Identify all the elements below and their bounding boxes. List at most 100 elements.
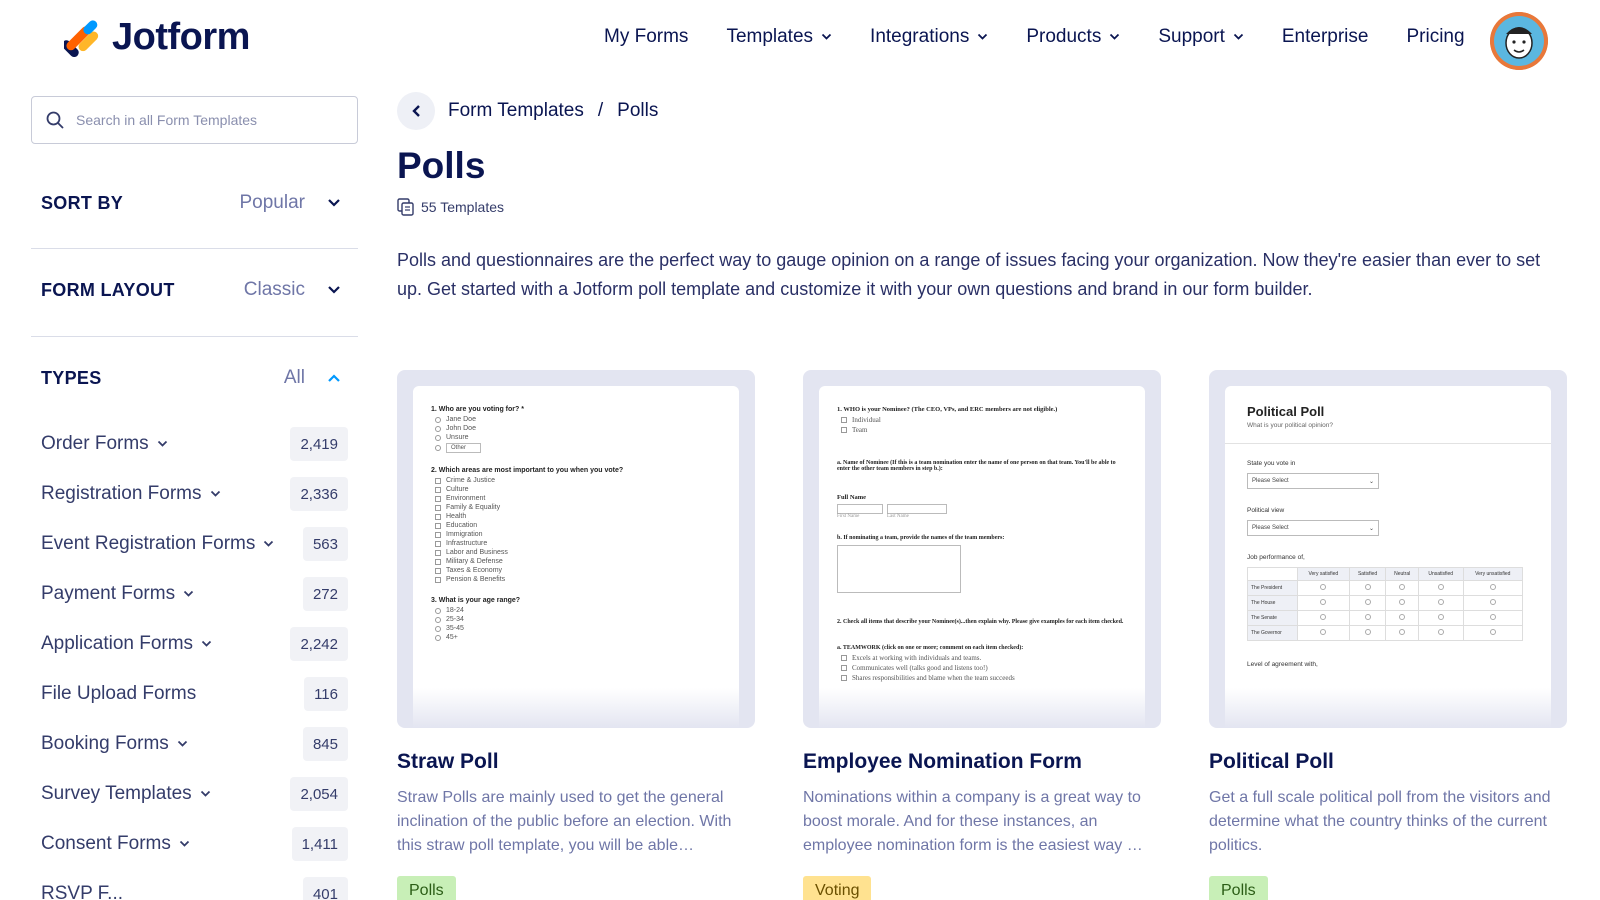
chevron-down-icon — [179, 840, 190, 847]
type-item-text: Order Forms — [41, 433, 149, 454]
template-count-text: 55 Templates — [421, 199, 505, 215]
nav-integrations[interactable]: Integrations — [870, 26, 988, 48]
type-item-label: Order Forms — [41, 433, 168, 455]
nav-my-forms[interactable]: My Forms — [604, 26, 688, 48]
type-item[interactable]: Registration Forms 2,336 — [41, 477, 348, 511]
type-item-count: 401 — [302, 877, 348, 900]
type-item-text: File Upload Forms — [41, 683, 197, 704]
type-item-count: 845 — [302, 727, 348, 761]
type-item-text: Consent Forms — [41, 833, 171, 854]
card-tag[interactable]: Voting — [803, 876, 872, 900]
divider — [31, 336, 358, 337]
chevron-down-icon — [821, 33, 832, 40]
jotform-logo[interactable]: Jotform — [61, 16, 250, 59]
template-card-straw-poll[interactable]: 1. Who are you voting for? * Jane Doe Joh… — [397, 370, 755, 900]
nav-pricing[interactable]: Pricing — [1406, 26, 1464, 48]
type-item-count: 2,054 — [290, 777, 348, 811]
type-item-text: Survey Templates — [41, 783, 192, 804]
chevron-down-icon — [264, 540, 274, 547]
type-item[interactable]: Event Registration Forms 563 — [41, 527, 348, 561]
card-tag[interactable]: Polls — [397, 876, 456, 900]
type-item[interactable]: File Upload Forms 116 — [41, 677, 348, 711]
nav-products[interactable]: Products — [1026, 26, 1120, 48]
card-description: Straw Polls are mainly used to get the g… — [397, 789, 732, 854]
preview-option: Taxes & Economy — [435, 567, 721, 574]
nav-templates[interactable]: Templates — [726, 26, 832, 48]
preview-subheading: What is your political opinion? — [1247, 422, 1333, 429]
nav-label: Enterprise — [1281, 26, 1369, 47]
type-item[interactable]: RSVP F... 401 — [41, 877, 348, 900]
preview-select: Please Select ⌄ — [1247, 520, 1379, 536]
form-preview: Political Poll What is your political op… — [1225, 386, 1551, 728]
type-item-label: Consent Forms — [41, 833, 190, 855]
preview-sublabel: First Name — [837, 514, 860, 519]
sort-by-title: SORT BY — [41, 192, 124, 213]
type-item-count: 116 — [304, 677, 348, 711]
breadcrumb-parent-link[interactable]: Form Templates — [448, 100, 584, 122]
type-item-count: 272 — [302, 577, 348, 611]
preview-option: Environment — [435, 495, 721, 502]
preview-option: 35-45 — [435, 625, 721, 632]
search-icon — [46, 111, 64, 129]
type-item[interactable]: Booking Forms 845 — [41, 727, 348, 761]
form-preview: 1. WHO is your Nominee? (The CEO, VPs, a… — [819, 386, 1145, 728]
nav-support[interactable]: Support — [1158, 26, 1244, 48]
template-card-employee-nomination[interactable]: 1. WHO is your Nominee? (The CEO, VPs, a… — [803, 370, 1161, 900]
preview-option: Crime & Justice — [435, 477, 721, 484]
preview-option: Culture — [435, 486, 721, 493]
type-item-count: 2,242 — [290, 627, 348, 661]
template-preview[interactable]: 1. WHO is your Nominee? (The CEO, VPs, a… — [803, 370, 1161, 728]
chevron-down-icon — [328, 199, 340, 207]
types-filter[interactable]: TYPES All — [41, 367, 341, 389]
type-item-count: 1,411 — [291, 827, 348, 861]
top-navigation: My Forms Templates Integrations Products Sup… — [604, 26, 1503, 48]
back-button[interactable] — [397, 92, 435, 130]
preview-option: Communicates well (talks good and listen… — [841, 664, 1127, 672]
preview-option: Education — [435, 522, 721, 529]
chevron-left-icon — [412, 105, 420, 117]
card-title[interactable]: Straw Poll — [397, 750, 755, 774]
card-title[interactable]: Employee Nomination Form — [803, 750, 1161, 774]
type-item[interactable]: Consent Forms 1,411 — [41, 827, 348, 861]
type-item[interactable]: Application Forms 2,242 — [41, 627, 348, 661]
user-avatar[interactable] — [1490, 12, 1548, 70]
preview-field-label: State you vote in — [1247, 460, 1296, 467]
page-title: Polls — [397, 145, 486, 186]
preview-option: Shares responsibilities and blame when t… — [841, 674, 1127, 682]
preview-option: Pension & Benefits — [435, 576, 721, 583]
copy-icon — [397, 198, 414, 216]
chevron-down-icon — [1233, 33, 1244, 40]
chevron-down-icon — [210, 490, 220, 497]
type-item-text: Payment Forms — [41, 583, 176, 604]
type-item[interactable]: Payment Forms 272 — [41, 577, 348, 611]
form-layout-filter[interactable]: FORM LAYOUT Classic — [41, 279, 341, 301]
type-item[interactable]: Survey Templates 2,054 — [41, 777, 348, 811]
type-item-label: Event Registration Forms — [41, 533, 274, 555]
preview-question: a. TEAMWORK (click on one or more; comme… — [837, 645, 1024, 651]
preview-option: John Doe — [435, 425, 721, 432]
search-input[interactable] — [76, 112, 336, 128]
preview-other-input: Other — [446, 443, 482, 453]
preview-option: Infrastructure — [435, 540, 721, 547]
template-card-political-poll[interactable]: Political Poll What is your political op… — [1209, 370, 1567, 900]
type-item-label: Booking Forms — [41, 733, 188, 755]
type-item[interactable]: Order Forms 2,419 — [41, 427, 348, 461]
preview-option: Immigration — [435, 531, 721, 538]
preview-textarea — [837, 545, 961, 593]
logo-text: Jotform — [112, 16, 250, 58]
nav-enterprise[interactable]: Enterprise — [1282, 26, 1369, 48]
template-search-box[interactable] — [31, 96, 358, 144]
chevron-down-icon — [328, 286, 340, 294]
sort-by-filter[interactable]: SORT BY Popular — [41, 192, 341, 214]
form-layout-title: FORM LAYOUT — [41, 279, 175, 300]
template-preview[interactable]: Political Poll What is your political op… — [1209, 370, 1567, 728]
intro-paragraph: Polls and questionnaires are the perfect… — [397, 250, 1541, 299]
card-title[interactable]: Political Poll — [1209, 750, 1567, 774]
breadcrumb: Form Templates / Polls — [448, 100, 658, 122]
form-preview: 1. Who are you voting for? * Jane Doe Joh… — [413, 386, 739, 728]
card-tag[interactable]: Polls — [1209, 876, 1268, 900]
preview-option: Military & Defense — [435, 558, 721, 565]
preview-question: 1. WHO is your Nominee? (The CEO, VPs, a… — [837, 406, 1058, 413]
template-preview[interactable]: 1. Who are you voting for? * Jane Doe Joh… — [397, 370, 755, 728]
preview-question: 2. Which areas are most important to you… — [431, 467, 624, 474]
